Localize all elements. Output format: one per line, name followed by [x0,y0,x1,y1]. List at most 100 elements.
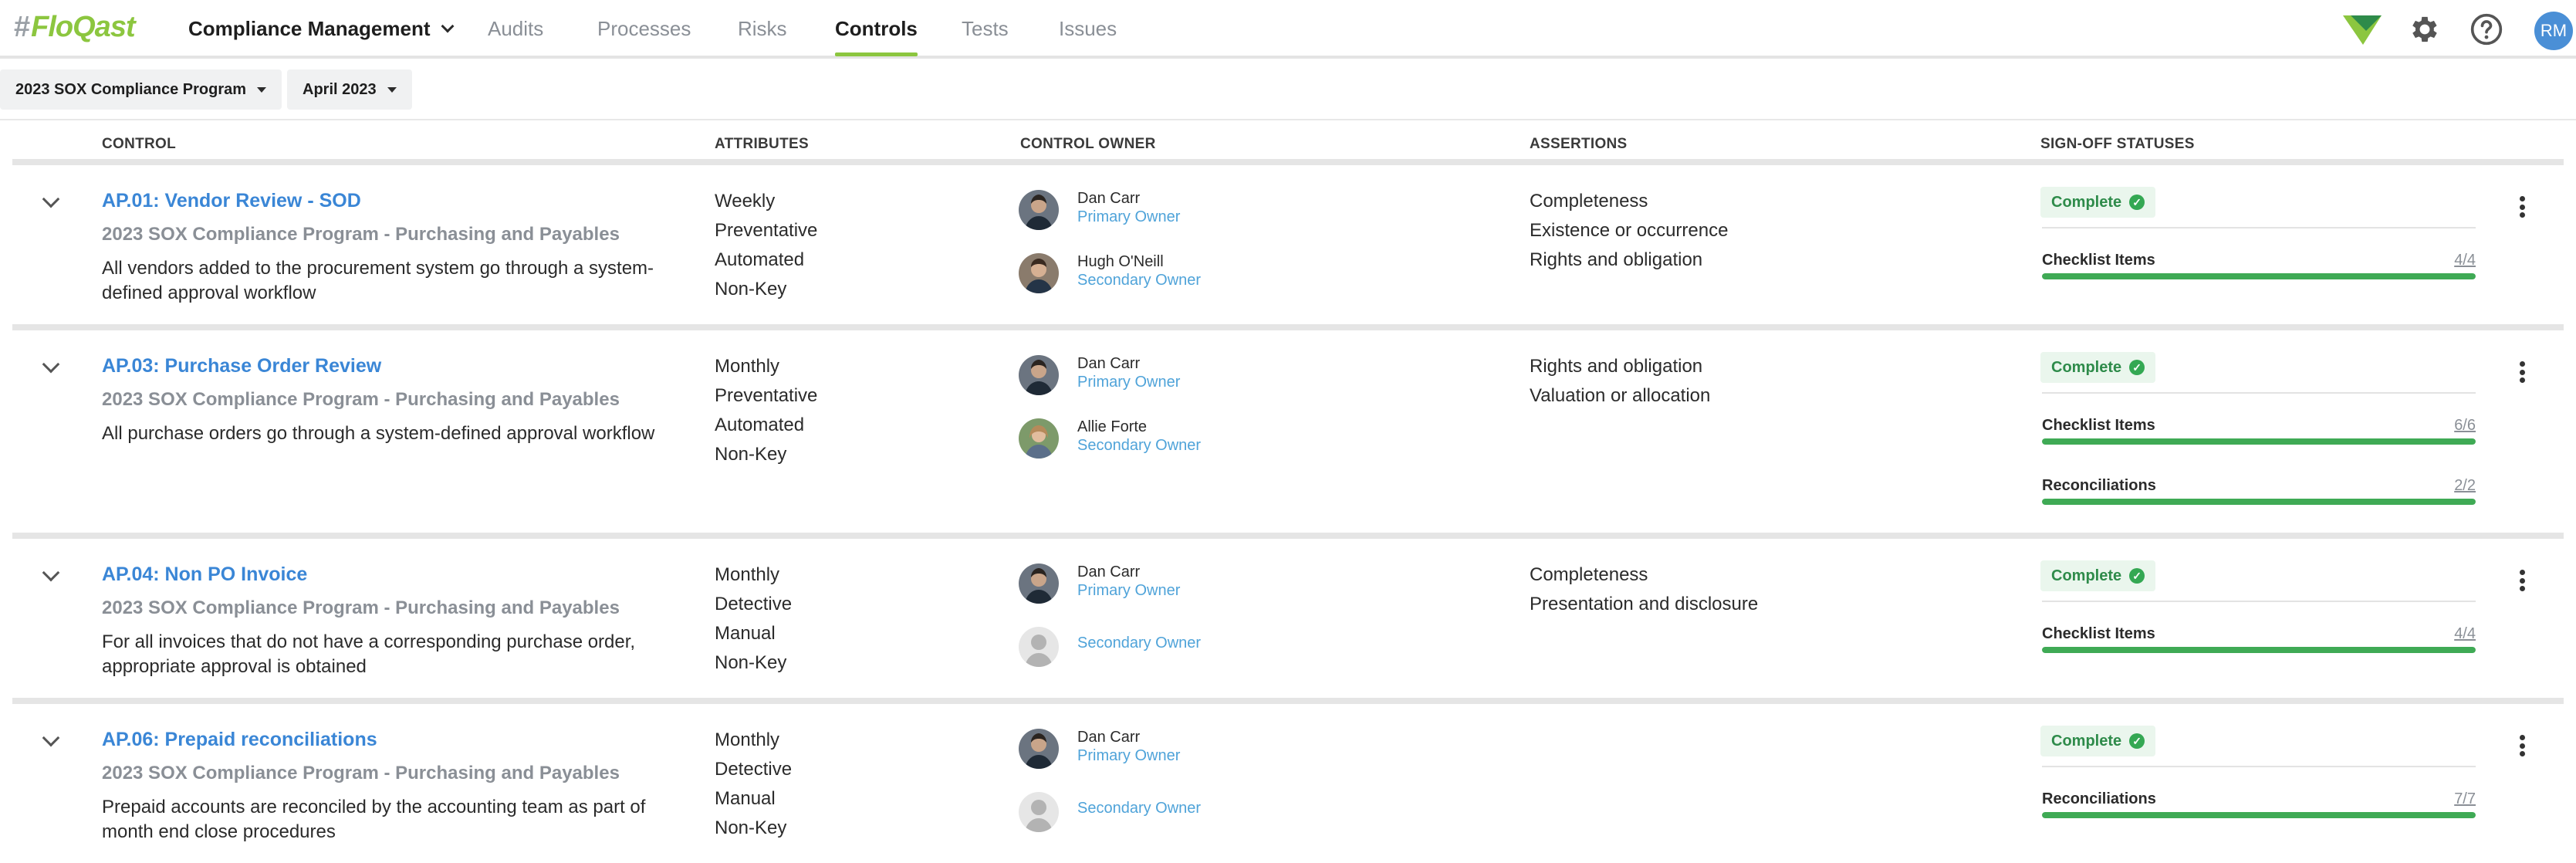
owner-role: Secondary Owner [1077,800,1202,817]
tab-controls[interactable]: Controls [835,17,918,56]
avatar [1019,190,1059,230]
check-circle-icon: ✓ [2129,360,2145,375]
control-title-link[interactable]: AP.03: Purchase Order Review [102,355,381,377]
more-options-icon[interactable] [2513,732,2531,760]
control-title-link[interactable]: AP.04: Non PO Invoice [102,563,307,586]
control-description: For all invoices that do not have a corr… [102,631,636,677]
attribute-frequency: Weekly [715,191,776,212]
expand-chevron-icon[interactable] [42,563,60,582]
assertion-list: Completeness Presentation and disclosure [1530,560,1758,619]
filter-bar: 2023 SOX Compliance Program April 2023 [0,62,2576,120]
progress-track [2042,273,2476,279]
tab-tests[interactable]: Tests [962,17,1009,41]
progress-count-link[interactable]: 6/6 [2454,417,2476,435]
assertion-list: Rights and obligation Valuation or alloc… [1530,352,1710,411]
progress-count-link[interactable]: 4/4 [2454,625,2476,643]
caret-down-icon [387,86,397,93]
owner-role: Secondary Owner [1077,437,1202,454]
owner-role: Primary Owner [1077,747,1181,764]
column-header-sign-off-statuses: SIGN-OFF STATUSES [2040,136,2195,152]
control-description: Prepaid accounts are reconciled by the a… [102,797,646,842]
attribute-frequency: Monthly [715,729,780,750]
avatar [1019,563,1059,604]
progress-label: Checklist Items [2042,625,2155,642]
attribute-method: Manual [715,623,776,644]
progress-fill [2042,499,2476,505]
status-badge: Complete ✓ [2040,187,2156,218]
tab-issues[interactable]: Issues [1059,17,1117,41]
control-program: 2023 SOX Compliance Program - Purchasing… [102,597,620,618]
control-program: 2023 SOX Compliance Program - Purchasing… [102,224,620,245]
owner-name: Dan Carr [1077,355,1141,372]
owner-role: Secondary Owner [1077,272,1202,289]
status-badge: Complete ✓ [2040,726,2156,756]
check-circle-icon: ✓ [2129,733,2145,749]
progress-count-link[interactable]: 7/7 [2454,790,2476,808]
column-header-control: CONTROL [102,136,177,152]
attribute-nature: Preventative [715,220,818,241]
progress-count-link[interactable]: 2/2 [2454,477,2476,495]
progress-fill [2042,647,2476,653]
progress-label: Reconciliations [2042,477,2156,494]
user-avatar[interactable]: RM [2534,12,2573,50]
caret-down-icon [257,86,267,93]
attribute-key: Non-Key [715,652,787,673]
attribute-key: Non-Key [715,279,787,300]
attribute-list: Weekly Preventative Automated Non-Key [715,187,817,304]
column-header-assertions: ASSERTIONS [1530,136,1628,152]
control-program: 2023 SOX Compliance Program - Purchasing… [102,389,620,410]
progress-track [2042,812,2476,818]
tab-risks[interactable]: Risks [738,17,787,41]
control-title-link[interactable]: AP.06: Prepaid reconciliations [102,729,377,751]
top-navigation: #FloQast Compliance Management Audits Pr… [0,0,2576,59]
table-header: CONTROL ATTRIBUTES CONTROL OWNER ASSERTI… [12,122,2564,165]
control-program: 2023 SOX Compliance Program - Purchasing… [102,763,620,783]
more-options-icon[interactable] [2513,567,2531,594]
avatar-placeholder-icon [1019,627,1059,667]
tab-processes[interactable]: Processes [597,17,691,41]
column-header-control-owner: CONTROL OWNER [1020,136,1156,152]
floqast-flag-icon[interactable] [2343,14,2382,46]
progress-label: Reconciliations [2042,790,2156,807]
avatar [1019,253,1059,293]
control-title-link[interactable]: AP.01: Vendor Review - SOD [102,190,361,212]
expand-chevron-icon[interactable] [42,190,60,208]
floqast-logo[interactable]: #FloQast [14,11,136,44]
attribute-key: Non-Key [715,817,787,838]
tab-audits[interactable]: Audits [488,17,543,41]
owner-role: Primary Owner [1077,374,1181,391]
assertion-list: Completeness Existence or occurrence Rig… [1530,187,1728,275]
attribute-method: Automated [715,415,805,435]
help-icon[interactable] [2470,12,2503,46]
more-options-icon[interactable] [2513,193,2531,221]
progress-count-link[interactable]: 4/4 [2454,252,2476,269]
avatar [1019,355,1059,395]
table-row: AP.01: Vendor Review - SOD 2023 SOX Comp… [12,165,2564,330]
progress-track [2042,438,2476,445]
assertion: Rights and obligation [1530,356,1703,377]
assertion: Completeness [1530,564,1648,585]
assertion: Existence or occurrence [1530,220,1729,241]
avatar-placeholder-icon [1019,792,1059,832]
table-row: AP.06: Prepaid reconciliations 2023 SOX … [12,704,2564,863]
assertion: Completeness [1530,191,1648,212]
product-switcher[interactable]: Compliance Management [188,17,455,41]
assertion: Presentation and disclosure [1530,594,1759,614]
owner-name: Dan Carr [1077,563,1141,580]
progress-fill [2042,812,2476,818]
avatar [1019,729,1059,769]
expand-chevron-icon[interactable] [42,729,60,747]
period-dropdown[interactable]: April 2023 [287,69,412,110]
avatar [1019,418,1059,459]
expand-chevron-icon[interactable] [42,355,60,374]
table-row: AP.03: Purchase Order Review 2023 SOX Co… [12,330,2564,539]
status-badge: Complete ✓ [2040,352,2156,383]
owner-name: Allie Forte [1077,418,1148,435]
more-options-icon[interactable] [2513,358,2531,386]
attribute-list: Monthly Preventative Automated Non-Key [715,352,817,469]
gear-icon[interactable] [2408,12,2442,46]
owner-name: Dan Carr [1077,190,1141,207]
column-header-attributes: ATTRIBUTES [715,136,809,152]
owner-role: Secondary Owner [1077,635,1202,651]
program-dropdown[interactable]: 2023 SOX Compliance Program [0,69,282,110]
